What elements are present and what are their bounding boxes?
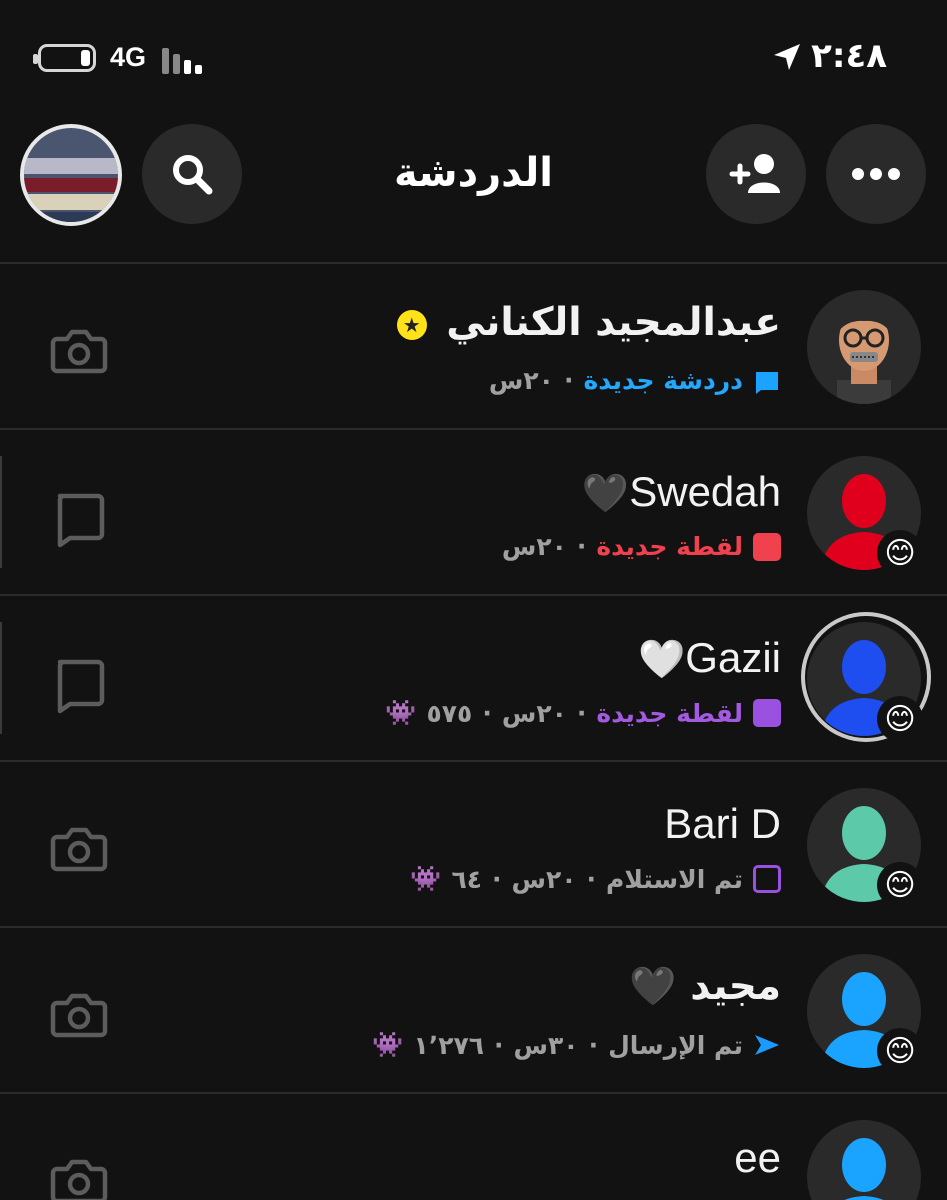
default-avatar-icon: [842, 1138, 886, 1200]
chat-row[interactable]: مجيد 🖤 تم الإرسال · ٣٠س · ١٬٢٧٦ 👾 😊: [0, 928, 947, 1092]
new-snap-icon: [753, 699, 781, 727]
chat-status: لقطة جديدة · ٢٠س · ٥٧٥ 👾: [385, 698, 781, 728]
camera-icon[interactable]: [48, 1150, 110, 1200]
star-badge-icon: ★: [396, 309, 427, 340]
friend-emoji-icon: 😊: [877, 530, 923, 576]
new-snap-icon: [753, 532, 781, 561]
streak-count: ٥٧٥: [426, 698, 473, 728]
chat-status: لقطة جديدة · ٢٠س: [502, 532, 781, 561]
chat-bubble-icon[interactable]: [48, 652, 110, 714]
more-options-button[interactable]: [826, 124, 926, 224]
friend-emoji-icon: 😊: [877, 1028, 923, 1074]
received-icon: [753, 865, 781, 893]
streak-count: ١٬٢٧٦: [413, 1030, 485, 1060]
add-friend-icon: [729, 154, 780, 193]
chat-row[interactable]: Bari D تم الاستلام · ٢٠س · ٦٤ 👾 😊: [0, 762, 947, 926]
sent-arrow-icon: [755, 1035, 779, 1055]
add-friend-button[interactable]: [706, 124, 806, 224]
signal-strength-icon: [162, 44, 210, 74]
camera-icon[interactable]: [48, 818, 110, 880]
contact-avatar[interactable]: [807, 290, 921, 404]
contact-name: عبدالمجيد الكناني ★: [396, 300, 781, 345]
streak-emoji: 👾: [385, 698, 417, 727]
clock: ٢:٤٨: [811, 36, 887, 76]
camera-icon[interactable]: [48, 984, 110, 1046]
chat-status: تم الاستلام · ٢٠س · ٦٤ 👾: [410, 864, 781, 894]
contact-avatar[interactable]: [807, 1120, 921, 1200]
contact-name: Bari D: [664, 800, 781, 847]
contact-name: ee: [734, 1134, 781, 1181]
chat-row[interactable]: ee: [0, 1094, 947, 1200]
contact-name: Gazii🤍: [637, 634, 781, 681]
friend-emoji-icon: 😊: [877, 862, 923, 908]
contact-name: Swedah🖤: [581, 468, 781, 515]
streak-emoji: 👾: [410, 864, 442, 893]
battery-icon: [33, 44, 96, 72]
new-chat-icon: [756, 371, 778, 394]
chat-row[interactable]: Swedah🖤 لقطة جديدة · ٢٠س 😊: [0, 430, 947, 594]
streak-emoji: 👾: [372, 1030, 404, 1059]
chat-status: دردشة جديدة · ٢٠س: [489, 366, 781, 395]
camera-icon[interactable]: [48, 320, 110, 382]
chat-bubble-icon[interactable]: [48, 486, 110, 548]
bitmoji-avatar: [837, 307, 891, 404]
chat-status: تم الإرسال · ٣٠س · ١٬٢٧٦ 👾: [372, 1030, 781, 1060]
chat-header: الدردشة: [0, 110, 947, 262]
streak-count: ٦٤: [451, 864, 482, 894]
status-bar: 4G ٢:٤٨: [0, 0, 947, 110]
network-type: 4G: [110, 42, 147, 72]
friend-emoji-icon: 😊: [877, 696, 923, 742]
chat-row[interactable]: Gazii🤍 لقطة جديدة · ٢٠س · ٥٧٥ 👾 😊: [0, 596, 947, 760]
location-arrow-icon: [774, 44, 800, 70]
chat-row[interactable]: عبدالمجيد الكناني ★ دردشة جديدة · ٢٠س: [0, 264, 947, 428]
contact-name: مجيد 🖤: [629, 964, 781, 1009]
more-dots-icon: [852, 168, 900, 180]
